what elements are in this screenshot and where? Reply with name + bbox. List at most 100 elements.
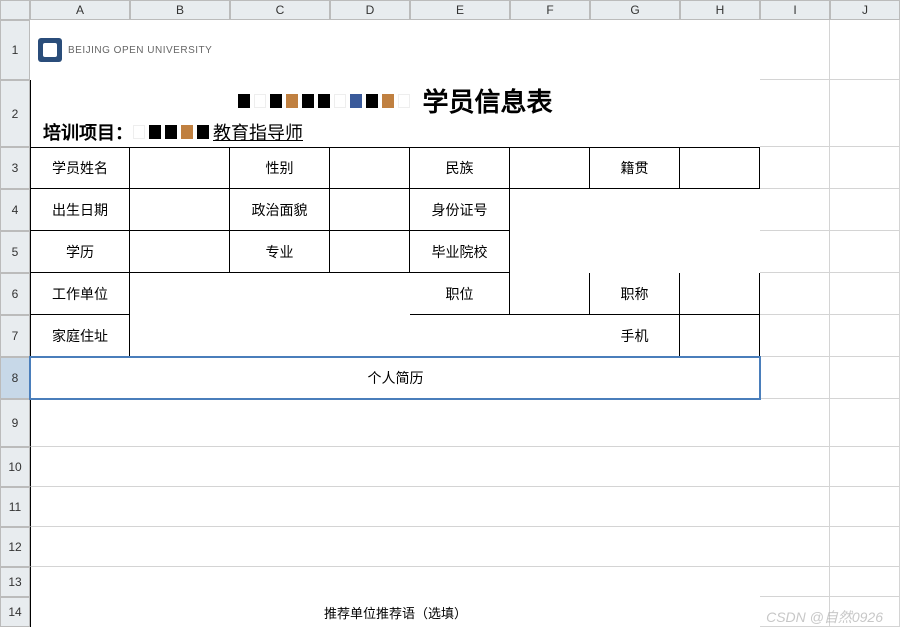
input-school[interactable] bbox=[510, 231, 760, 273]
input-political[interactable] bbox=[330, 189, 410, 231]
label-recommend[interactable]: 推荐单位推荐语（选填） bbox=[30, 597, 760, 627]
col-header-e[interactable]: E bbox=[410, 0, 510, 20]
project-label: 培训项目： bbox=[37, 119, 133, 145]
resume-row-13[interactable] bbox=[30, 567, 760, 597]
label-political[interactable]: 政治面貌 bbox=[230, 189, 330, 231]
cell-10i[interactable] bbox=[760, 447, 830, 487]
project-value: 教育指导师 bbox=[133, 119, 303, 145]
input-position[interactable] bbox=[510, 273, 590, 315]
title-text: 学员信息表 bbox=[422, 82, 552, 119]
cell-9i[interactable] bbox=[760, 399, 830, 447]
title-project-area[interactable]: 学员信息表 培训项目： 教育指导师 bbox=[30, 80, 760, 147]
pixelated-blur-2 bbox=[133, 125, 209, 139]
logo-text: BEIJING OPEN UNIVERSITY bbox=[68, 45, 212, 56]
cell-1j[interactable] bbox=[830, 20, 900, 80]
label-resume[interactable]: 个人简历 bbox=[30, 357, 760, 399]
input-ethnicity[interactable] bbox=[510, 147, 590, 189]
label-position[interactable]: 职位 bbox=[410, 273, 510, 315]
cell-11j[interactable] bbox=[830, 487, 900, 527]
input-workunit[interactable] bbox=[130, 273, 410, 315]
cell-7j[interactable] bbox=[830, 315, 900, 357]
resume-row-9[interactable] bbox=[30, 399, 760, 447]
cell-13j[interactable] bbox=[830, 567, 900, 597]
col-header-c[interactable]: C bbox=[230, 0, 330, 20]
row-header-7[interactable]: 7 bbox=[0, 315, 30, 357]
row-header-11[interactable]: 11 bbox=[0, 487, 30, 527]
cell-2i[interactable] bbox=[760, 80, 830, 147]
resume-row-11[interactable] bbox=[30, 487, 760, 527]
col-header-j[interactable]: J bbox=[830, 0, 900, 20]
pixelated-blur bbox=[238, 94, 410, 108]
cell-2j[interactable] bbox=[830, 80, 900, 147]
col-header-i[interactable]: I bbox=[760, 0, 830, 20]
col-header-d[interactable]: D bbox=[330, 0, 410, 20]
input-idnum[interactable] bbox=[510, 189, 760, 231]
spreadsheet-grid[interactable]: A B C D E F G H I J 1 BEIJING OPEN UNIVE… bbox=[0, 0, 903, 627]
row-header-14[interactable]: 14 bbox=[0, 597, 30, 627]
col-header-f[interactable]: F bbox=[510, 0, 590, 20]
row-header-3[interactable]: 3 bbox=[0, 147, 30, 189]
row-header-10[interactable]: 10 bbox=[0, 447, 30, 487]
label-school[interactable]: 毕业院校 bbox=[410, 231, 510, 273]
cell-6j[interactable] bbox=[830, 273, 900, 315]
resume-row-12[interactable] bbox=[30, 527, 760, 567]
row-header-12[interactable]: 12 bbox=[0, 527, 30, 567]
label-idnum[interactable]: 身份证号 bbox=[410, 189, 510, 231]
cell-13i[interactable] bbox=[760, 567, 830, 597]
select-all-corner[interactable] bbox=[0, 0, 30, 20]
cell-10j[interactable] bbox=[830, 447, 900, 487]
cell-4j[interactable] bbox=[830, 189, 900, 231]
col-header-b[interactable]: B bbox=[130, 0, 230, 20]
cell-12j[interactable] bbox=[830, 527, 900, 567]
label-education[interactable]: 学历 bbox=[30, 231, 130, 273]
label-dob[interactable]: 出生日期 bbox=[30, 189, 130, 231]
input-gender[interactable] bbox=[330, 147, 410, 189]
input-address[interactable] bbox=[130, 315, 590, 357]
cell-5i[interactable] bbox=[760, 231, 830, 273]
cell-14i[interactable] bbox=[760, 597, 830, 627]
label-phone[interactable]: 手机 bbox=[590, 315, 680, 357]
cell-5j[interactable] bbox=[830, 231, 900, 273]
row-header-6[interactable]: 6 bbox=[0, 273, 30, 315]
row-header-5[interactable]: 5 bbox=[0, 231, 30, 273]
row-header-4[interactable]: 4 bbox=[0, 189, 30, 231]
row-header-8[interactable]: 8 bbox=[0, 357, 30, 399]
cell-12i[interactable] bbox=[760, 527, 830, 567]
input-title[interactable] bbox=[680, 273, 760, 315]
cell-4i[interactable] bbox=[760, 189, 830, 231]
cell-3i[interactable] bbox=[760, 147, 830, 189]
cell-14j[interactable] bbox=[830, 597, 900, 627]
col-header-g[interactable]: G bbox=[590, 0, 680, 20]
row-header-2[interactable]: 2 bbox=[0, 80, 30, 147]
label-origin[interactable]: 籍贯 bbox=[590, 147, 680, 189]
input-major[interactable] bbox=[330, 231, 410, 273]
label-title[interactable]: 职称 bbox=[590, 273, 680, 315]
cell-9j[interactable] bbox=[830, 399, 900, 447]
cell-8i[interactable] bbox=[760, 357, 830, 399]
resume-row-10[interactable] bbox=[30, 447, 760, 487]
input-dob[interactable] bbox=[130, 189, 230, 231]
row-header-9[interactable]: 9 bbox=[0, 399, 30, 447]
label-address[interactable]: 家庭住址 bbox=[30, 315, 130, 357]
label-gender[interactable]: 性别 bbox=[230, 147, 330, 189]
cell-1i[interactable] bbox=[760, 20, 830, 80]
input-origin[interactable] bbox=[680, 147, 760, 189]
cell-3j[interactable] bbox=[830, 147, 900, 189]
label-ethnicity[interactable]: 民族 bbox=[410, 147, 510, 189]
input-phone[interactable] bbox=[680, 315, 760, 357]
row-header-1[interactable]: 1 bbox=[0, 20, 30, 80]
input-name[interactable] bbox=[130, 147, 230, 189]
label-name[interactable]: 学员姓名 bbox=[30, 147, 130, 189]
cell-8j[interactable] bbox=[830, 357, 900, 399]
label-workunit[interactable]: 工作单位 bbox=[30, 273, 130, 315]
label-major[interactable]: 专业 bbox=[230, 231, 330, 273]
col-header-a[interactable]: A bbox=[30, 0, 130, 20]
cell-11i[interactable] bbox=[760, 487, 830, 527]
cell-7i[interactable] bbox=[760, 315, 830, 357]
col-header-h[interactable]: H bbox=[680, 0, 760, 20]
input-education[interactable] bbox=[130, 231, 230, 273]
university-logo-icon bbox=[38, 38, 62, 62]
row-header-13[interactable]: 13 bbox=[0, 567, 30, 597]
cell-6i[interactable] bbox=[760, 273, 830, 315]
cell-1d[interactable] bbox=[330, 20, 760, 80]
